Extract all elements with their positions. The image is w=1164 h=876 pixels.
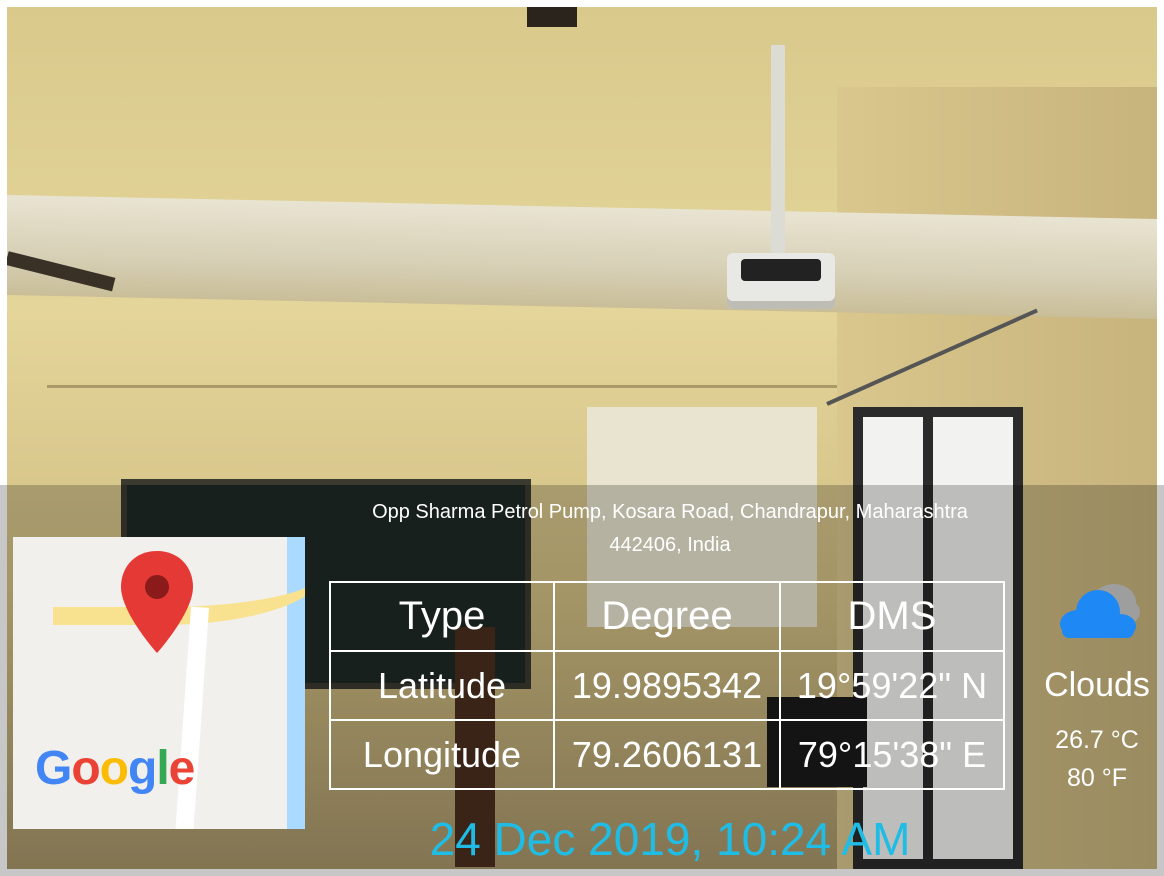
cell-type: Longitude	[329, 719, 555, 790]
temperature-celsius: 26.7 °C	[1055, 726, 1139, 754]
google-logo-letter: g	[128, 742, 157, 795]
cell-degree: 79.2606131	[553, 719, 781, 790]
coordinates-table: Type Degree DMS Latitude 19.9895342 19°5…	[329, 581, 1005, 790]
table-row-latitude: Latitude 19.9895342 19°59'22" N	[329, 650, 1005, 721]
cloud-icon	[1060, 584, 1140, 638]
header-dms: DMS	[779, 581, 1005, 652]
header-type: Type	[329, 581, 555, 652]
google-logo-letter: o	[71, 742, 100, 795]
google-logo-letter: o	[99, 742, 129, 795]
google-logo-letter: e	[168, 742, 196, 795]
address-text: Opp Sharma Petrol Pump, Kosara Road, Cha…	[320, 496, 1020, 562]
google-logo-letter: l	[156, 742, 169, 795]
table-header-row: Type Degree DMS	[329, 581, 1005, 652]
header-degree: Degree	[553, 581, 781, 652]
address-line-2: 442406, India	[609, 534, 731, 556]
address-line-1: Opp Sharma Petrol Pump, Kosara Road, Cha…	[372, 501, 968, 523]
cell-dms: 19°59'22" N	[779, 650, 1005, 721]
projector-image	[727, 253, 835, 309]
location-map-thumbnail[interactable]: Google	[13, 537, 305, 829]
cell-type: Latitude	[329, 650, 555, 721]
google-logo: Google	[35, 741, 196, 796]
cell-dms: 79°15'38" E	[779, 719, 1005, 790]
map-pin-icon	[121, 551, 193, 653]
temperature-fahrenheit: 80 °F	[1066, 764, 1128, 792]
google-logo-letter: G	[35, 742, 72, 795]
weather-condition: Clouds	[1044, 666, 1150, 704]
table-row-longitude: Longitude 79.2606131 79°15'38" E	[329, 719, 1005, 790]
capture-timestamp: 24 Dec 2019, 10:24 AM	[429, 813, 911, 865]
cell-degree: 19.9895342	[553, 650, 781, 721]
